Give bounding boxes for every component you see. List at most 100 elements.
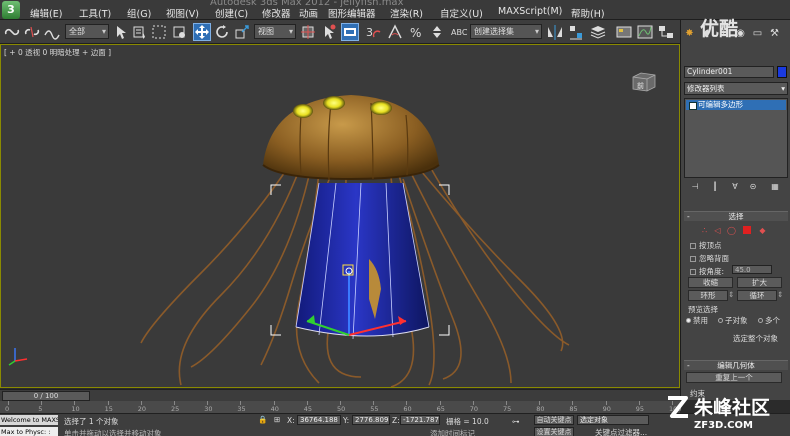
preview-multi-radio[interactable]: 多个 — [758, 315, 780, 326]
viewcube[interactable]: 前 — [629, 71, 659, 95]
named-selection-dropdown[interactable]: 创建选择集 — [470, 24, 542, 39]
menu-maxscript[interactable]: MAXScript(M) — [498, 6, 562, 17]
track-bar[interactable]: 0 5 10 15 20 25 30 35 40 45 50 55 60 65 70 75 80 85 90 95 10… — [0, 401, 681, 413]
spinner-snap-icon[interactable] — [428, 23, 446, 41]
modifier-list-dropdown[interactable]: 修改器列表 — [684, 82, 788, 95]
preview-subobject-radio[interactable]: 子对象 — [718, 315, 748, 326]
element-mode-icon[interactable]: ◆ — [758, 226, 767, 235]
display-tab-icon[interactable]: ▭ — [750, 26, 765, 41]
grow-button[interactable]: 扩大 — [737, 277, 782, 288]
pin-stack-icon[interactable]: ⊣ — [690, 182, 700, 192]
selection-filter-dropdown[interactable]: 全部 — [65, 24, 109, 39]
select-and-manipulate-icon[interactable] — [320, 23, 338, 41]
menu-tools[interactable]: 工具(T) — [79, 6, 111, 20]
menu-help[interactable]: 帮助(H) — [571, 6, 605, 20]
menu-group[interactable]: 组(G) — [127, 6, 151, 20]
ring-button[interactable]: 环形 — [688, 290, 728, 301]
cone-body[interactable] — [296, 183, 429, 336]
create-tab-icon[interactable]: ✸ — [682, 26, 697, 41]
align-icon[interactable] — [567, 23, 585, 41]
menu-customize[interactable]: 自定义(U) — [440, 6, 483, 20]
menu-modifiers[interactable]: 修改器 — [262, 6, 291, 20]
border-mode-icon[interactable]: ◯ — [727, 226, 736, 235]
absolute-mode-icon[interactable]: ⊞ — [274, 415, 280, 424]
perspective-viewport[interactable]: [ + 0 透视 0 明暗处理 + 边面 ] 前 — [0, 44, 680, 388]
menu-views[interactable]: 视图(V) — [166, 6, 199, 20]
add-time-tag-button[interactable]: 添加时间标记 — [430, 428, 475, 436]
key-selection-dropdown[interactable]: 选定对象 — [577, 415, 649, 425]
unlink-icon[interactable] — [23, 23, 41, 41]
modify-tab-icon[interactable]: ◖ — [699, 26, 714, 41]
hierarchy-tab-icon[interactable]: ⊞ — [716, 26, 731, 41]
application-button[interactable]: 3 — [2, 1, 20, 19]
loop-button[interactable]: 循环 — [737, 290, 777, 301]
y-coordinate-field[interactable]: 2776.809 — [352, 415, 390, 425]
x-coordinate-field[interactable]: 36764.188 — [297, 415, 341, 425]
object-name-field[interactable]: Cylinder001 — [684, 66, 774, 78]
configure-modifier-sets-icon[interactable]: ▦ — [770, 182, 780, 192]
stack-item-editable-poly[interactable]: 可编辑多边形 — [686, 100, 786, 110]
time-slider[interactable]: 0 / 100 — [0, 389, 680, 401]
select-object-icon[interactable] — [112, 23, 130, 41]
angle-snap-icon[interactable] — [386, 23, 404, 41]
selection-lock-icon[interactable]: 🔒 — [258, 415, 267, 424]
ignore-backfacing-checkbox[interactable]: 忽略背面 — [690, 253, 729, 264]
maxscript-mini-listener[interactable]: Max to Physc: : — [0, 427, 58, 436]
window-crossing-icon[interactable] — [170, 23, 188, 41]
rectangular-selection-icon[interactable] — [150, 23, 168, 41]
jellyfish-cap[interactable] — [263, 95, 439, 179]
z-coordinate-field[interactable]: -1721.787 — [400, 415, 440, 425]
select-and-rotate-icon[interactable] — [213, 23, 231, 41]
show-end-result-icon[interactable]: ┃ — [710, 182, 720, 192]
maxscript-listener-output[interactable]: Welcome to MAXScript. — [0, 415, 58, 425]
ring-spinner-icon[interactable]: ⇕ — [728, 290, 734, 299]
repeat-last-button[interactable]: 重复上一个 — [686, 372, 782, 383]
graphite-ribbon-icon[interactable] — [615, 23, 633, 41]
bind-space-warp-icon[interactable] — [43, 23, 61, 41]
vertex-mode-icon[interactable]: ∴ — [700, 226, 709, 235]
motion-tab-icon[interactable]: ◉ — [733, 26, 748, 41]
cap-light-center — [323, 96, 345, 110]
jellyfish-model[interactable] — [1, 45, 680, 388]
angle-spinner[interactable]: 45.0 — [732, 265, 772, 274]
remove-modifier-icon[interactable]: ⊝ — [748, 182, 758, 192]
track-tick-label: 50 — [337, 405, 346, 413]
selection-rollout-header[interactable]: - 选择 — [684, 211, 788, 221]
time-slider-thumb[interactable]: 0 / 100 — [2, 391, 90, 401]
shrink-button[interactable]: 收缩 — [688, 277, 733, 288]
key-icon[interactable]: ⊶ — [512, 417, 520, 426]
menu-create[interactable]: 创建(C) — [215, 6, 248, 20]
layer-manager-icon[interactable] — [589, 23, 607, 41]
keyboard-shortcut-override-icon[interactable] — [341, 23, 359, 41]
select-and-move-icon[interactable] — [193, 23, 211, 41]
loop-spinner-icon[interactable]: ⇕ — [777, 290, 783, 299]
utilities-tab-icon[interactable]: ⚒ — [767, 26, 782, 41]
pivot-center-icon[interactable] — [299, 23, 317, 41]
curve-editor-icon[interactable] — [636, 23, 654, 41]
snaps-toggle-icon[interactable]: 3 — [364, 23, 382, 41]
set-key-button[interactable]: 设置关键点 — [534, 427, 574, 436]
track-tick-label: 25 — [171, 405, 180, 413]
select-by-name-icon[interactable] — [131, 23, 149, 41]
edit-named-selection-icon[interactable]: ABC — [450, 23, 468, 41]
by-angle-checkbox[interactable]: 按角度: — [690, 266, 724, 277]
percent-snap-icon[interactable]: % — [407, 23, 425, 41]
auto-key-button[interactable]: 自动关键点 — [534, 415, 574, 425]
key-filters-button[interactable]: 关键点过滤器... — [595, 427, 647, 436]
by-vertex-checkbox[interactable]: 按顶点 — [690, 240, 722, 251]
schematic-view-icon[interactable] — [657, 23, 675, 41]
menu-rendering[interactable]: 渲染(R) — [390, 6, 423, 20]
preview-disabled-radio[interactable]: 禁用 — [686, 315, 708, 326]
menu-graph-editors[interactable]: 图形编辑器 — [328, 6, 376, 20]
make-unique-icon[interactable]: ∀ — [730, 182, 740, 192]
menu-animation[interactable]: 动画 — [299, 6, 318, 20]
reference-coordinate-dropdown[interactable]: 视图 — [254, 24, 296, 39]
object-color-swatch[interactable] — [777, 66, 787, 78]
link-icon[interactable] — [3, 23, 21, 41]
polygon-mode-icon[interactable] — [743, 226, 751, 234]
select-and-scale-icon[interactable] — [233, 23, 251, 41]
edge-mode-icon[interactable]: ◁ — [713, 226, 722, 235]
mirror-icon[interactable] — [546, 23, 564, 41]
edit-geometry-rollout-header[interactable]: - 编辑几何体 — [684, 360, 788, 370]
menu-edit[interactable]: 编辑(E) — [30, 6, 62, 20]
